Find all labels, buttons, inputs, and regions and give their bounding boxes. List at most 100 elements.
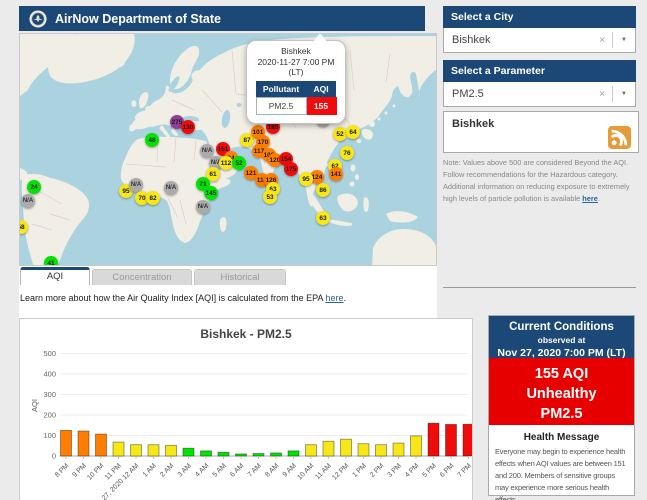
select-parameter-header: Select a Parameter (443, 60, 636, 82)
sidebar-divider (443, 287, 636, 288)
svg-text:10 PM: 10 PM (86, 462, 105, 481)
aqi-chart-panel: Bishkek - PM2.5 AQI 0 100 200 300 400 500 8 PM… (19, 318, 475, 500)
popup-pollutant-value: PM2.5 (255, 96, 307, 115)
learn-more-link[interactable]: here (326, 293, 344, 303)
svg-text:11 AM: 11 AM (314, 462, 333, 481)
aqi-marker[interactable]: 48 (145, 133, 159, 147)
svg-text:7 AM: 7 AM (247, 462, 263, 478)
aqi-marker[interactable]: 53 (263, 190, 277, 204)
svg-text:8 PM: 8 PM (54, 462, 71, 479)
svg-text:2 AM: 2 AM (159, 462, 175, 478)
aqi-marker[interactable]: 64 (346, 125, 360, 139)
aqi-status-box: 155 AQI Unhealthy PM2.5 (489, 358, 634, 425)
city-dropdown-icon[interactable]: ▼ (613, 37, 635, 43)
popup-datetime: 2020-11-27 7:00 PM (257, 56, 335, 67)
learn-more-label: Learn more about how the Air Quality Ind… (20, 293, 323, 303)
svg-text:12 PM: 12 PM (331, 462, 350, 481)
learn-more-text: Learn more about how the Air Quality Ind… (20, 293, 346, 303)
note-suffix: . (597, 194, 600, 203)
health-message-title: Health Message (523, 432, 600, 443)
svg-text:0: 0 (52, 452, 56, 461)
tab-historical[interactable]: Historical (194, 269, 286, 285)
aqi-marker[interactable]: N/A (196, 200, 210, 214)
learn-more-suffix: . (343, 293, 347, 303)
tab-aqi[interactable]: AQI (20, 267, 90, 285)
current-conditions-title: Current Conditions (509, 321, 614, 333)
svg-text:5 PM: 5 PM (421, 462, 438, 479)
svg-text:6 PM: 6 PM (439, 462, 456, 479)
map-popup: Bishkek 2020-11-27 7:00 PM (LT) Pollutan… (246, 34, 346, 124)
svg-text:300: 300 (43, 390, 56, 399)
rss-icon[interactable] (608, 126, 631, 149)
popup-city: Bishkek (281, 46, 311, 56)
current-conditions-header: Current Conditions observed at Nov 27, 2… (489, 316, 634, 359)
chart-title: Bishkek - PM2.5 (200, 327, 292, 341)
aqi-marker[interactable]: 175 (284, 162, 298, 176)
aqi-marker[interactable]: 95 (299, 172, 313, 186)
svg-text:3 PM: 3 PM (386, 462, 403, 479)
select-city-header: Select a City (443, 6, 636, 28)
aqi-marker[interactable]: 52 (333, 127, 347, 141)
aqi-marker[interactable]: 63 (316, 211, 330, 225)
city-clear-icon[interactable]: × (592, 35, 612, 46)
aqi-marker[interactable]: 76 (340, 146, 354, 160)
popup-table: Pollutant AQI PM2.5 155 (255, 80, 337, 115)
parameter-dropdown-icon[interactable]: ▼ (613, 91, 635, 97)
aqi-marker[interactable]: 24 (27, 180, 41, 194)
popup-aqi-value: 155 (305, 96, 337, 115)
chart-y-axis-label: AQI (29, 399, 39, 412)
health-message-text: Everyone may begin to experience health … (495, 447, 626, 500)
aqi-marker[interactable]: 41 (44, 256, 58, 265)
airnow-page: AirNow Department of State 275 130 48 87… (0, 0, 647, 500)
rss-box: Bishkek (443, 111, 639, 153)
aqi-pollutant: PM2.5 (540, 406, 583, 422)
app-header: AirNow Department of State (19, 6, 425, 31)
app-title: AirNow Department of State (55, 11, 221, 26)
aqi-marker[interactable]: 130 (181, 120, 195, 134)
aqi-marker[interactable]: 112 (219, 156, 233, 170)
svg-text:8 AM: 8 AM (264, 462, 280, 478)
note-body: Note: Values above 500 are considered Be… (443, 158, 630, 203)
svg-text:5 AM: 5 AM (212, 462, 228, 478)
aqi-marker[interactable]: N/A (21, 194, 35, 208)
popup-pollutant-header: Pollutant (256, 80, 306, 98)
aqi-marker[interactable]: 141 (329, 167, 343, 181)
aqi-marker[interactable]: 82 (146, 191, 160, 205)
parameter-select-value: PM2.5 (452, 88, 484, 100)
tab-concentration[interactable]: Concentration (92, 269, 192, 285)
svg-text:10 AM: 10 AM (296, 462, 315, 481)
dos-seal-icon (29, 9, 47, 28)
aqi-marker[interactable]: 86 (316, 183, 330, 197)
aqi-category: Unhealthy (526, 386, 597, 402)
aqi-value-line: 155 AQI (534, 366, 589, 382)
svg-text:7 PM: 7 PM (456, 462, 472, 479)
svg-text:100: 100 (43, 431, 56, 440)
popup-timezone: (LT) (288, 67, 304, 78)
svg-text:400: 400 (43, 370, 56, 379)
tab-strip: AQI Concentration Historical (19, 266, 437, 318)
svg-text:1 PM: 1 PM (351, 462, 368, 479)
aqi-marker[interactable]: N/A (164, 181, 178, 195)
svg-text:1 AM: 1 AM (142, 462, 158, 478)
note-link[interactable]: here (582, 194, 598, 203)
svg-text:4 AM: 4 AM (194, 462, 210, 478)
popup-aqi-header: AQI (306, 80, 336, 98)
bar-chart: 01002003004005008 PM 9 PM10 PM11 PM27, 20… (43, 349, 475, 500)
svg-text:500: 500 (43, 349, 56, 358)
aqi-marker[interactable]: 52 (232, 156, 246, 170)
svg-text:6 AM: 6 AM (229, 462, 245, 478)
svg-text:200: 200 (43, 411, 56, 420)
parameter-clear-icon[interactable]: × (592, 89, 612, 100)
svg-text:4 PM: 4 PM (404, 462, 421, 479)
observed-datetime: Nov 27, 2020 7:00 PM (LT) (497, 347, 626, 359)
note-text: Note: Values above 500 are considered Be… (443, 157, 641, 205)
city-select-value: Bishkek (452, 34, 491, 46)
popup-tail (313, 34, 327, 42)
aqi-marker[interactable]: N/A (129, 178, 143, 192)
svg-text:2 PM: 2 PM (369, 462, 386, 479)
aqi-marker[interactable]: 145 (204, 186, 218, 200)
city-select[interactable]: Bishkek × ▼ (443, 28, 636, 53)
world-map[interactable]: 2751304887101185170117108120154175121115… (19, 33, 437, 266)
parameter-select[interactable]: PM2.5 × ▼ (443, 82, 636, 107)
svg-text:3 AM: 3 AM (177, 462, 193, 478)
